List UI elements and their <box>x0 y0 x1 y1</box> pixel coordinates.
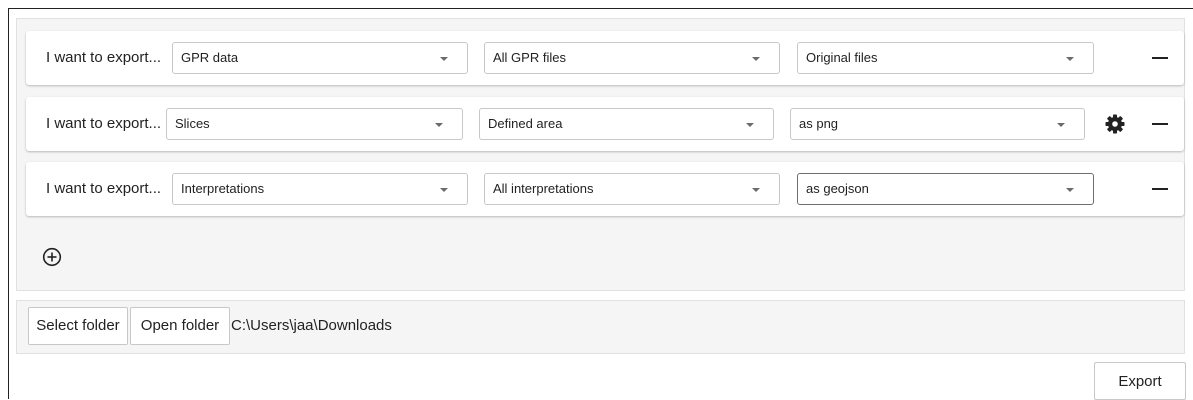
export-button[interactable]: Export <box>1094 362 1186 400</box>
caret-down-icon <box>752 57 760 61</box>
gear-icon[interactable] <box>1105 114 1125 134</box>
export-row: I want to export... GPR data All GPR fil… <box>26 31 1184 85</box>
scope-select[interactable]: Defined area <box>479 108 774 140</box>
format-select[interactable]: as png <box>790 108 1085 140</box>
remove-row-button[interactable] <box>1148 176 1172 202</box>
caret-down-icon <box>435 123 443 127</box>
scope-select[interactable]: All interpretations <box>484 173 780 205</box>
minus-icon <box>1152 57 1168 59</box>
remove-row-button[interactable] <box>1148 45 1172 71</box>
format-select-value: as geojson <box>806 181 869 196</box>
caret-down-icon <box>440 57 448 61</box>
type-select-value: Interpretations <box>181 181 265 196</box>
minus-icon <box>1152 188 1168 190</box>
format-select[interactable]: as geojson <box>797 173 1094 205</box>
minus-icon <box>1152 123 1168 125</box>
format-select-value: Original files <box>806 50 878 65</box>
export-row: I want to export... Slices Defined area … <box>26 97 1184 151</box>
plus-circle-icon[interactable] <box>42 247 62 267</box>
caret-down-icon <box>752 188 760 192</box>
caret-down-icon <box>440 188 448 192</box>
export-row: I want to export... Interpretations All … <box>26 162 1184 216</box>
row-label: I want to export... <box>46 115 162 132</box>
type-select[interactable]: Interpretations <box>172 173 468 205</box>
type-select[interactable]: Slices <box>166 108 463 140</box>
folder-path: C:\Users\jaa\Downloads <box>231 317 392 334</box>
caret-down-icon <box>1057 123 1065 127</box>
row-label: I want to export... <box>46 49 162 66</box>
scope-select-value: All GPR files <box>493 50 566 65</box>
select-folder-button[interactable]: Select folder <box>28 307 128 345</box>
caret-down-icon <box>1066 188 1074 192</box>
scope-select-value: All interpretations <box>493 181 594 196</box>
caret-down-icon <box>746 123 754 127</box>
type-select-value: Slices <box>175 116 210 131</box>
type-select[interactable]: GPR data <box>172 42 468 74</box>
format-select-value: as png <box>799 116 839 131</box>
scope-select[interactable]: All GPR files <box>484 42 780 74</box>
row-label: I want to export... <box>46 180 162 197</box>
scope-select-value: Defined area <box>488 116 563 131</box>
format-select[interactable]: Original files <box>797 42 1094 74</box>
type-select-value: GPR data <box>181 50 239 65</box>
caret-down-icon <box>1066 57 1074 61</box>
remove-row-button[interactable] <box>1148 111 1172 137</box>
open-folder-button[interactable]: Open folder <box>130 307 230 345</box>
